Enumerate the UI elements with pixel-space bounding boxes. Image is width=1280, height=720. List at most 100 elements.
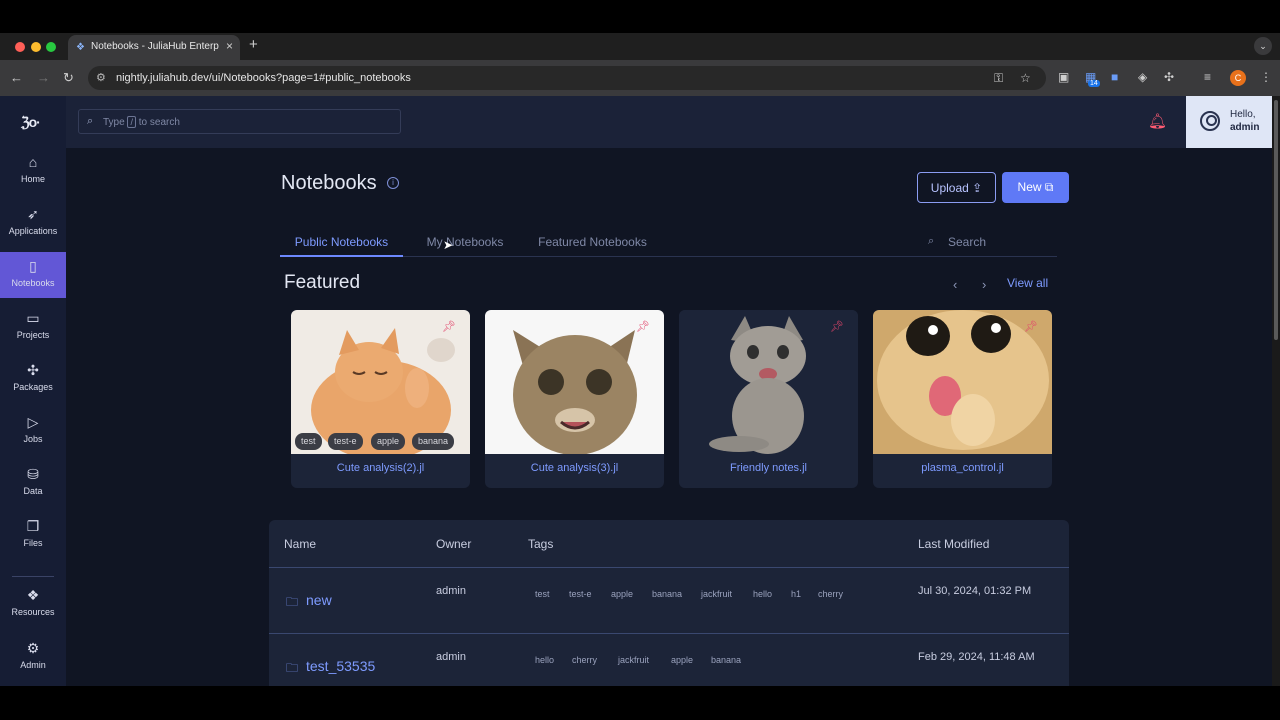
column-header-owner[interactable]: Owner — [436, 537, 471, 551]
new-notebook-button[interactable]: New ⧉ — [1002, 172, 1069, 203]
pin-icon[interactable]: 📌︎ — [1024, 320, 1038, 333]
sidebar-item-resources[interactable]: ❖ Resources — [0, 581, 66, 627]
top-bar: ⌕ Type / to search 🔔︎ Hello, admin — [66, 96, 1272, 148]
chevron-right-icon[interactable]: › — [982, 277, 986, 292]
row-owner: admin — [436, 585, 466, 597]
sidebar-divider — [12, 576, 54, 577]
row-tag: test-e — [569, 589, 592, 599]
tab-search-chevron-icon[interactable]: ⌄ — [1254, 37, 1272, 55]
site-settings-icon[interactable]: ⚙ — [96, 71, 106, 84]
page-scrollbar[interactable] — [1272, 96, 1280, 686]
shield-extension-icon[interactable]: ◈ — [1138, 70, 1147, 84]
puzzle-extensions-icon[interactable]: ✣ — [1164, 70, 1174, 84]
featured-heading: Featured — [284, 272, 361, 293]
sidebar-item-packages[interactable]: ✣ Packages — [0, 356, 66, 402]
page-title: Notebooks — [281, 172, 377, 194]
profile-avatar[interactable]: C — [1230, 70, 1246, 86]
close-tab-icon[interactable]: × — [226, 39, 233, 53]
row-name-link[interactable]: new — [306, 592, 332, 608]
maximize-window-button[interactable] — [46, 42, 56, 52]
sidebar-item-label: Home — [20, 174, 45, 184]
puzzle-icon: ✣ — [27, 362, 39, 378]
card-title[interactable]: Cute analysis(3).jl — [485, 462, 664, 474]
reload-icon[interactable]: ↻ — [63, 70, 74, 86]
minimize-window-button[interactable] — [31, 42, 41, 52]
column-header-last-modified[interactable]: Last Modified — [918, 537, 989, 551]
search-icon: ⌕ — [87, 115, 94, 127]
home-icon: ⌂ — [28, 154, 38, 170]
global-search-input[interactable]: ⌕ Type / to search — [78, 109, 401, 134]
row-last-modified: Jul 30, 2024, 01:32 PM — [918, 585, 1032, 597]
sidebar-item-applications[interactable]: ➶ Applications — [0, 200, 66, 246]
save-extension-icon[interactable]: ■ — [1111, 70, 1118, 84]
notification-bell-icon[interactable]: 🔔︎ — [1148, 112, 1167, 130]
card-title[interactable]: Friendly notes.jl — [679, 462, 858, 474]
search-icon: ⌕ — [928, 235, 935, 247]
upload-label: Upload — [930, 180, 969, 195]
address-bar[interactable]: ⚙ nightly.juliahub.dev/ui/Notebooks?page… — [88, 66, 1046, 90]
row-tag: jackfruit — [701, 589, 733, 599]
featured-card[interactable]: 📌︎ Cute analysis(3).jl — [485, 310, 664, 488]
upload-icon: ⇪ — [972, 180, 983, 195]
sidebar-item-label: Jobs — [23, 434, 43, 444]
juliahub-logo[interactable]: ℨo· — [21, 114, 41, 131]
sidebar-item-jobs[interactable]: ▷ Jobs — [0, 408, 66, 454]
scrollbar-thumb[interactable] — [1274, 100, 1278, 340]
upload-button[interactable]: Upload ⇪ — [917, 172, 996, 203]
sidebar-item-notebooks[interactable]: ▯ Notebooks — [0, 252, 66, 298]
back-arrow-icon[interactable]: ← — [10, 70, 23, 85]
pin-icon[interactable]: 📌︎ — [442, 320, 456, 333]
url-text[interactable]: nightly.juliahub.dev/ui/Notebooks?page=1… — [116, 72, 411, 84]
user-menu[interactable]: Hello, admin — [1186, 96, 1272, 148]
featured-card[interactable]: 📌︎ test test-e apple banana Cute analysi… — [291, 310, 470, 488]
tab-public-notebooks[interactable]: Public Notebooks — [280, 235, 403, 257]
sidebar-item-label: Packages — [13, 382, 53, 392]
sidebar-item-label: Data — [23, 486, 43, 496]
notebook-search-input[interactable]: Search — [948, 235, 986, 249]
row-owner: admin — [436, 651, 466, 663]
view-all-link[interactable]: View all — [1007, 276, 1048, 290]
featured-card[interactable]: 📌︎ plasma_control.jl — [873, 310, 1052, 488]
password-key-icon[interactable]: ⚿ — [994, 71, 1003, 86]
row-name-link[interactable]: test_53535 — [306, 658, 375, 674]
tab-my-notebooks[interactable]: My Notebooks — [416, 235, 514, 257]
card-title[interactable]: Cute analysis(2).jl — [291, 462, 470, 474]
column-header-name[interactable]: Name — [284, 537, 316, 551]
card-title[interactable]: plasma_control.jl — [873, 462, 1052, 474]
sidebar-item-label: Admin — [20, 660, 46, 670]
username-text: admin — [1230, 122, 1260, 133]
sidebar-item-data[interactable]: ⛁ Data — [0, 460, 66, 506]
new-tab-icon[interactable]: + — [249, 36, 258, 53]
row-tag: hello — [535, 655, 555, 665]
row-tag: jackfruit — [618, 655, 650, 665]
screen: ❖ Notebooks - JuliaHub Enterpr × + ⌄ ← →… — [0, 0, 1280, 720]
chevron-left-icon[interactable]: ‹ — [953, 277, 957, 292]
sidebar-item-projects[interactable]: ▭ Projects — [0, 304, 66, 350]
tag-chip: test — [295, 433, 322, 450]
pin-icon[interactable]: 📌︎ — [636, 320, 650, 333]
user-avatar-icon — [1200, 111, 1220, 131]
browser-menu-icon[interactable]: ⋮ — [1260, 70, 1272, 84]
tab-featured-notebooks[interactable]: Featured Notebooks — [528, 235, 657, 257]
notebook-icon: ▯ — [29, 258, 37, 274]
close-window-button[interactable] — [15, 42, 25, 52]
sidebar-item-files[interactable]: ❐ Files — [0, 512, 66, 558]
forward-arrow-icon[interactable]: → — [37, 70, 50, 85]
reading-list-icon[interactable]: ≡ — [1204, 70, 1211, 84]
gear-icon: ⚙ — [26, 640, 40, 656]
sidebar-item-label: Resources — [11, 607, 55, 617]
featured-card[interactable]: 📌︎ Friendly notes.jl — [679, 310, 858, 488]
sidebar-item-home[interactable]: ⌂ Home — [0, 148, 66, 194]
sidebar-item-admin[interactable]: ⚙ Admin — [0, 634, 66, 680]
bookmark-star-icon[interactable]: ☆ — [1020, 71, 1031, 85]
greeting-text: Hello, — [1230, 109, 1256, 120]
row-tag: h1 — [791, 589, 802, 599]
sidepanel-icon[interactable]: ▣ — [1058, 70, 1069, 84]
notebook-tabs: Public Notebooks My Notebooks Featured N… — [280, 235, 1057, 257]
column-header-tags: Tags — [528, 537, 554, 551]
row-tag: cherry — [572, 655, 598, 665]
pin-icon[interactable]: 📌︎ — [830, 320, 844, 333]
row-tag: test — [535, 589, 550, 599]
browser-tab[interactable]: ❖ Notebooks - JuliaHub Enterpr × — [68, 35, 240, 60]
info-icon[interactable]: i — [387, 177, 399, 189]
